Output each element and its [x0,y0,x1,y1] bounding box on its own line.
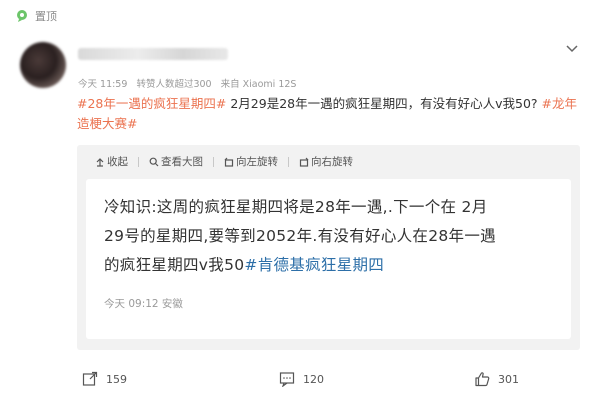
rotate-left-label: 向左旋转 [236,156,278,168]
post-body: 2月29是28年一遇的疯狂星期四，有没有好心人v我50? [226,96,542,111]
repost-button[interactable]: 159 [82,371,127,387]
thumbs-up-icon [475,372,490,387]
divider [288,156,289,167]
rotate-right-button[interactable]: 向右旋转 [299,154,353,169]
chevron-down-icon[interactable] [564,42,580,56]
username-blurred[interactable] [78,48,228,60]
image-text-line: 的疯狂星期四v我50#肯德基疯狂星期四 [104,251,556,280]
image-text-line: 冷知识:这周的疯狂星期四将是28年一遇,.下一个在 2月 [104,198,488,216]
post-time[interactable]: 今天 11:59 [78,79,127,90]
pinned-indicator: 置顶 [15,6,57,26]
post-text: #28年一遇的疯狂星期四# 2月29是28年一遇的疯狂星期四，有没有好心人v我5… [77,94,582,134]
pinned-label: 置顶 [35,10,57,23]
view-large-button[interactable]: 查看大图 [149,154,203,169]
action-bar: 159 120 301 [0,362,600,398]
image-card[interactable]: 冷知识:这周的疯狂星期四将是28年一遇,.下一个在 2月 29号的星期四,要等到… [86,179,571,339]
image-hashtag: #肯德基疯狂星期四 [244,256,385,274]
image-toolbar: 收起 查看大图 向左旋转 向右旋转 [95,154,363,169]
collapse-button[interactable]: 收起 [95,154,128,169]
image-text-line: 29号的星期四,要等到2052年.有没有好心人在28年一遇 [104,227,496,245]
rotate-left-icon [224,157,234,167]
collapse-arrow-icon [96,157,104,167]
post-likes-info: 转赞人数超过300 [136,79,212,90]
repost-card: 收起 查看大图 向左旋转 向右旋转 冷知识:这周的疯狂星期四将是28年一遇,.下… [77,145,580,350]
image-text: 冷知识:这周的疯狂星期四将是28年一遇,.下一个在 2月 29号的星期四,要等到… [104,193,556,280]
rotate-right-icon [299,157,309,167]
comment-count: 120 [303,372,324,386]
rotate-right-label: 向右旋转 [311,156,353,168]
like-button[interactable]: 301 [474,371,519,387]
comment-icon [279,372,295,387]
magnifier-icon [149,157,159,166]
rotate-left-button[interactable]: 向左旋转 [224,154,278,169]
like-count: 301 [498,372,519,386]
image-text-segment: 的疯狂星期四v我50 [104,256,245,274]
divider [213,156,214,167]
divider [138,156,139,167]
view-large-label: 查看大图 [161,156,203,168]
post-meta: 今天 11:59 转赞人数超过300 来自 Xiaomi 12S [78,76,302,90]
collapse-label: 收起 [107,156,128,168]
post-source: 来自 Xiaomi 12S [220,79,297,90]
comment-button[interactable]: 120 [279,371,324,387]
repost-count: 159 [106,372,127,386]
avatar[interactable] [20,42,66,88]
pin-icon [15,9,29,23]
image-meta: 今天 09:12 安徽 [104,298,183,310]
share-icon [82,371,98,386]
hashtag-link[interactable]: #28年一遇的疯狂星期四# [77,96,226,111]
